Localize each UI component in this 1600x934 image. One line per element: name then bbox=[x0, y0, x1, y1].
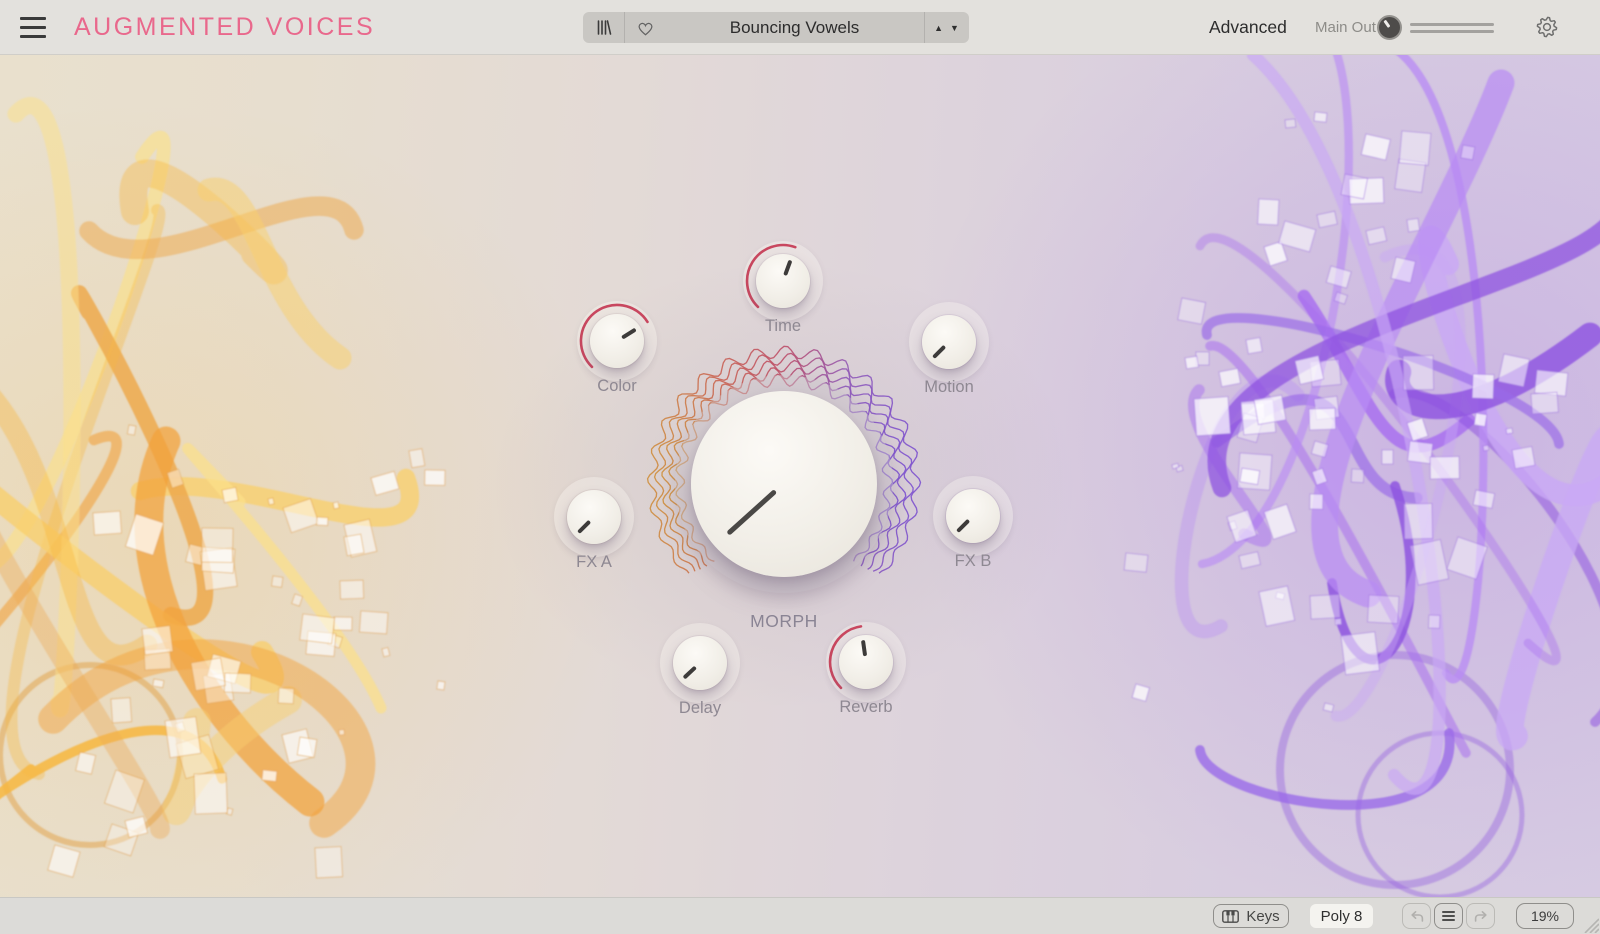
piano-keys-icon bbox=[1222, 910, 1239, 923]
knob-pointer bbox=[783, 260, 792, 276]
top-toolbar: AUGMENTED VOICES Bouncing Vowels ▲ bbox=[0, 0, 1600, 55]
right-head-art bbox=[1124, 55, 1600, 897]
keys-button-label: Keys bbox=[1246, 908, 1279, 925]
time-knob[interactable]: Time bbox=[723, 221, 843, 341]
panel-list-button[interactable] bbox=[1434, 903, 1463, 929]
preset-next-icon[interactable]: ▼ bbox=[950, 23, 960, 33]
knob-pointer bbox=[1384, 20, 1390, 28]
fx-b-label: FX B bbox=[913, 552, 1033, 571]
fx-b-knob-face[interactable] bbox=[946, 489, 1000, 543]
undo-icon bbox=[1409, 909, 1425, 924]
knob-pointer bbox=[621, 328, 636, 339]
resize-grip[interactable] bbox=[1581, 915, 1599, 933]
time-knob-face[interactable] bbox=[756, 254, 810, 308]
knob-pointer bbox=[861, 640, 867, 656]
motion-knob[interactable]: Motion bbox=[889, 282, 1009, 402]
knob-pointer bbox=[956, 519, 970, 533]
output-meter bbox=[1410, 23, 1494, 33]
heart-icon bbox=[636, 19, 655, 37]
main-out-label: Main Out bbox=[1315, 19, 1376, 36]
reverb-knob[interactable]: Reverb bbox=[806, 602, 926, 722]
time-label: Time bbox=[723, 317, 843, 336]
fx-a-knob-face[interactable] bbox=[567, 490, 621, 544]
poly-button-label: Poly 8 bbox=[1321, 908, 1363, 925]
three-lines-icon bbox=[1442, 911, 1455, 922]
redo-button[interactable] bbox=[1466, 903, 1495, 929]
advanced-toggle[interactable]: Advanced bbox=[1209, 17, 1287, 38]
main-panel: MORPH Time Color Motion FX A bbox=[0, 55, 1600, 897]
menu-icon[interactable] bbox=[20, 17, 46, 38]
bottom-toolbar: Keys Poly 8 19% bbox=[0, 897, 1600, 934]
cpu-meter-value: 19% bbox=[1531, 908, 1559, 924]
delay-knob-face[interactable] bbox=[673, 636, 727, 690]
library-button[interactable] bbox=[583, 12, 624, 43]
gear-icon[interactable] bbox=[1536, 16, 1558, 38]
preset-name[interactable]: Bouncing Vowels bbox=[665, 12, 924, 43]
favorite-button[interactable] bbox=[625, 12, 665, 43]
poly-button[interactable]: Poly 8 bbox=[1310, 904, 1373, 928]
reverb-knob-face[interactable] bbox=[839, 635, 893, 689]
augmented-voices-window: { "theme": { "accent_pink": "#e9688c", "… bbox=[0, 0, 1600, 934]
color-label: Color bbox=[557, 377, 677, 396]
preset-prev-icon[interactable]: ▲ bbox=[934, 23, 944, 33]
color-knob-face[interactable] bbox=[590, 314, 644, 368]
preset-nav: ▲ ▼ bbox=[925, 12, 969, 43]
delay-knob[interactable]: Delay bbox=[640, 603, 760, 723]
undo-button[interactable] bbox=[1402, 903, 1431, 929]
motion-label: Motion bbox=[889, 378, 1009, 397]
reverb-label: Reverb bbox=[806, 698, 926, 717]
main-out-knob[interactable] bbox=[1377, 15, 1402, 40]
knob-pointer bbox=[577, 520, 591, 534]
knob-pointer bbox=[932, 345, 946, 359]
left-head-art bbox=[0, 106, 445, 878]
keys-button[interactable]: Keys bbox=[1213, 904, 1289, 928]
cpu-meter-button[interactable]: 19% bbox=[1516, 903, 1574, 929]
fx-a-label: FX A bbox=[534, 553, 654, 572]
knob-pointer bbox=[683, 666, 697, 679]
library-icon bbox=[594, 18, 613, 37]
preset-browser-bar: Bouncing Vowels ▲ ▼ bbox=[583, 12, 969, 43]
redo-icon bbox=[1473, 909, 1489, 924]
delay-label: Delay bbox=[640, 699, 760, 718]
fx-b-knob[interactable]: FX B bbox=[913, 456, 1033, 576]
knob-pointer bbox=[727, 490, 778, 537]
motion-knob-face[interactable] bbox=[922, 315, 976, 369]
app-logo: AUGMENTED VOICES bbox=[74, 13, 375, 42]
color-knob[interactable]: Color bbox=[557, 281, 677, 401]
fx-a-knob[interactable]: FX A bbox=[534, 457, 654, 577]
morph-knob-face[interactable] bbox=[691, 391, 877, 577]
